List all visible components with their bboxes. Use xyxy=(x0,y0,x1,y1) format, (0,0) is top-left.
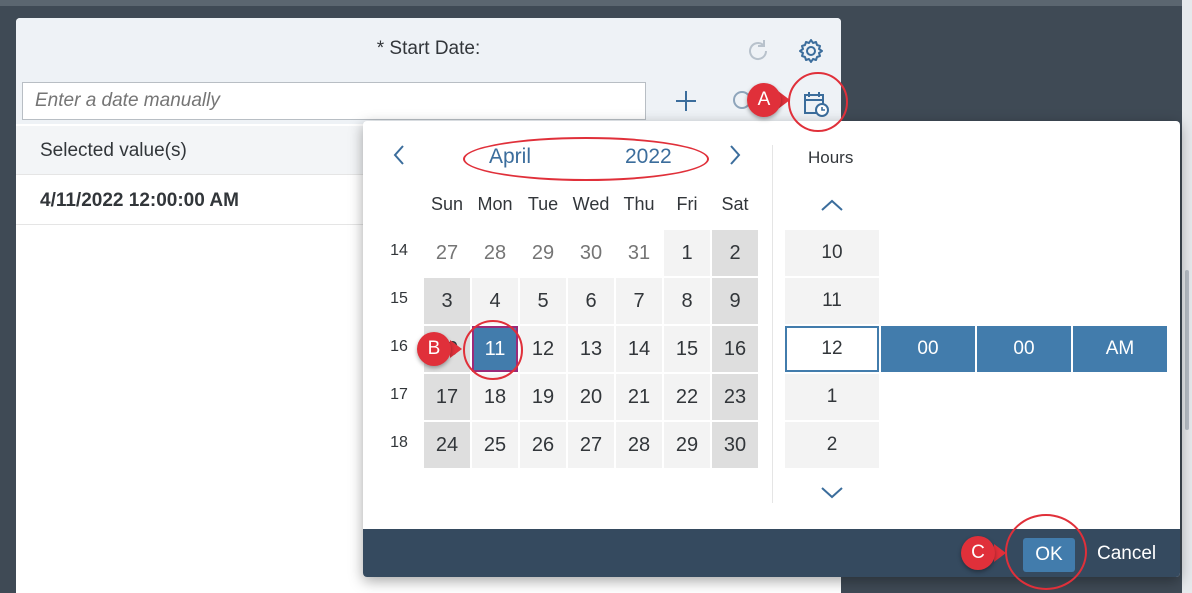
annotation-pointer-c xyxy=(994,544,1006,562)
seconds-selector[interactable]: 00 xyxy=(977,326,1071,372)
annotation-ring-a xyxy=(788,72,848,132)
calendar-day[interactable]: 16 xyxy=(712,326,758,372)
calendar-day[interactable]: 4 xyxy=(472,278,518,324)
calendar-day[interactable]: 24 xyxy=(424,422,470,468)
next-month-icon[interactable] xyxy=(725,143,745,167)
calendar-day[interactable]: 17 xyxy=(424,374,470,420)
calendar-day[interactable]: 18 xyxy=(472,374,518,420)
calendar-day[interactable]: 27 xyxy=(424,230,470,276)
calendar-day[interactable]: 5 xyxy=(520,278,566,324)
hours-up-icon[interactable] xyxy=(818,195,846,215)
calendar-day[interactable]: 12 xyxy=(520,326,566,372)
hours-label: Hours xyxy=(808,148,854,167)
calendar-day[interactable]: 29 xyxy=(664,422,710,468)
annotation-pointer-b xyxy=(450,340,462,358)
week-number: 16 xyxy=(390,338,408,355)
hour-option[interactable]: 11 xyxy=(785,278,879,324)
week-number: 15 xyxy=(390,290,408,307)
selected-value-text: 4/11/2022 12:00:00 AM xyxy=(40,190,239,211)
annotation-ring-month-year xyxy=(463,137,709,181)
calendar-day[interactable]: 13 xyxy=(568,326,614,372)
hour-option[interactable]: 1 xyxy=(785,374,879,420)
calendar-day[interactable]: 6 xyxy=(568,278,614,324)
hour-option[interactable]: 2 xyxy=(785,422,879,468)
date-manual-input[interactable] xyxy=(22,82,646,120)
add-icon[interactable] xyxy=(671,84,701,118)
previous-month-icon[interactable] xyxy=(389,143,409,167)
calendar-time-divider xyxy=(772,145,773,503)
hour-option-selected[interactable]: 12 xyxy=(785,326,879,372)
calendar-day[interactable]: 23 xyxy=(712,374,758,420)
calendar-day[interactable]: 8 xyxy=(664,278,710,324)
minutes-selector[interactable]: 00 xyxy=(881,326,975,372)
calendar-day[interactable]: 26 xyxy=(520,422,566,468)
calendar-day[interactable]: 21 xyxy=(616,374,662,420)
calendar-day[interactable]: 28 xyxy=(616,422,662,468)
calendar-day[interactable]: 29 xyxy=(520,230,566,276)
annotation-marker-b: B xyxy=(417,332,451,366)
settings-gear-icon[interactable] xyxy=(795,35,827,67)
calendar-day[interactable]: 31 xyxy=(616,230,662,276)
week-number: 17 xyxy=(390,386,408,403)
calendar-day[interactable]: 28 xyxy=(472,230,518,276)
annotation-ring-c xyxy=(1005,514,1087,590)
annotation-ring-b xyxy=(463,320,523,380)
day-name-sat: Sat xyxy=(721,194,749,214)
calendar-day[interactable]: 1 xyxy=(664,230,710,276)
ampm-selector[interactable]: AM xyxy=(1073,326,1167,372)
annotation-marker-a: A xyxy=(747,83,781,117)
hours-down-icon[interactable] xyxy=(818,483,846,503)
calendar-day[interactable]: 30 xyxy=(712,422,758,468)
day-name-fri: Fri xyxy=(676,194,698,214)
dialog-title: * Start Date: xyxy=(376,38,481,59)
page-scrollbar-thumb[interactable] xyxy=(1185,270,1189,430)
selected-values-header-label: Selected value(s) xyxy=(40,140,187,161)
day-name-mon: Mon xyxy=(477,194,513,214)
calendar-day[interactable]: 22 xyxy=(664,374,710,420)
page-scrollbar[interactable] xyxy=(1182,0,1192,593)
day-name-wed: Wed xyxy=(572,194,610,214)
calendar-day[interactable]: 2 xyxy=(712,230,758,276)
week-number: 14 xyxy=(390,242,408,259)
hour-option[interactable]: 10 xyxy=(785,230,879,276)
day-name-tue: Tue xyxy=(527,194,559,214)
calendar-day[interactable]: 20 xyxy=(568,374,614,420)
dialog-header: * Start Date: xyxy=(16,18,841,124)
calendar-day[interactable]: 30 xyxy=(568,230,614,276)
calendar-day[interactable]: 7 xyxy=(616,278,662,324)
calendar-day[interactable]: 27 xyxy=(568,422,614,468)
refresh-icon[interactable] xyxy=(743,36,773,66)
day-name-sun: Sun xyxy=(430,194,464,214)
calendar-day[interactable]: 19 xyxy=(520,374,566,420)
calendar-day[interactable]: 14 xyxy=(616,326,662,372)
calendar-day[interactable]: 3 xyxy=(424,278,470,324)
calendar-day[interactable]: 9 xyxy=(712,278,758,324)
calendar-day[interactable]: 25 xyxy=(472,422,518,468)
cancel-button[interactable]: Cancel xyxy=(1097,543,1156,565)
day-name-thu: Thu xyxy=(623,194,655,214)
annotation-marker-c: C xyxy=(961,536,995,570)
calendar-day[interactable]: 15 xyxy=(664,326,710,372)
top-border xyxy=(0,0,1192,6)
week-number: 18 xyxy=(390,434,408,451)
